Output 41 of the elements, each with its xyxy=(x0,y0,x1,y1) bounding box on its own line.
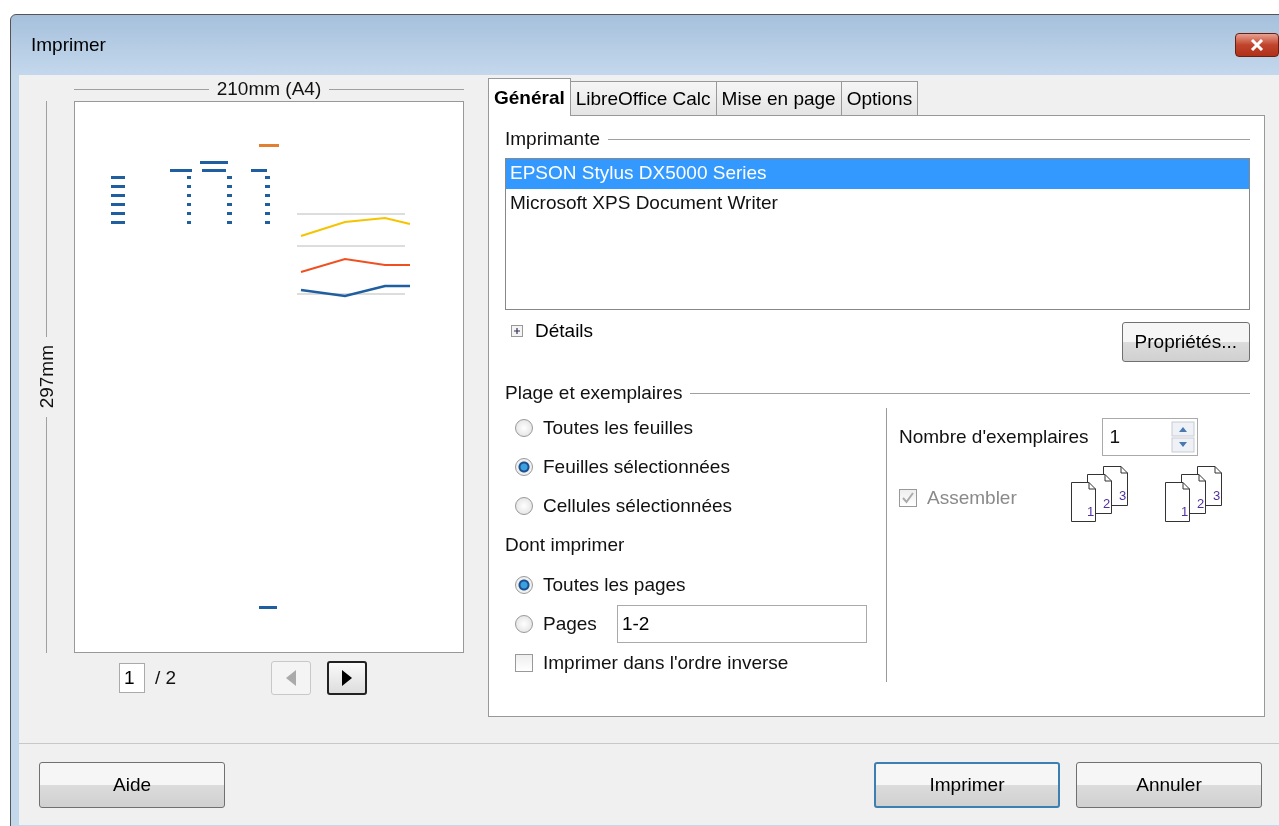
radio-button[interactable] xyxy=(515,418,533,437)
checkbox[interactable] xyxy=(515,653,533,672)
radio-option[interactable]: Toutes les pages xyxy=(505,565,886,604)
page-count: / 2 xyxy=(155,667,178,689)
close-button[interactable] xyxy=(1235,33,1279,57)
tab[interactable]: Général xyxy=(488,78,571,116)
radio-button[interactable] xyxy=(515,457,533,476)
window-title: Imprimer xyxy=(31,34,107,56)
radio-option[interactable]: Cellules sélectionnées xyxy=(505,486,886,525)
radio-option[interactable]: Feuilles sélectionnées xyxy=(505,447,886,486)
spin-arrows-icon xyxy=(1171,421,1196,453)
radio-option[interactable]: Toutes les feuilles xyxy=(505,408,886,447)
left-triangle-icon xyxy=(285,669,297,687)
printer-item[interactable]: Microsoft XPS Document Writer xyxy=(506,189,1249,219)
tab[interactable]: LibreOffice Calc xyxy=(569,81,717,115)
print-button[interactable]: Imprimer xyxy=(874,761,1060,808)
page-width-label: 210mm (A4) xyxy=(216,78,322,100)
page-height-label: 297mm xyxy=(35,345,58,409)
checkbox-option[interactable]: Imprimer dans l'ordre inverse xyxy=(505,643,886,682)
radio-button[interactable] xyxy=(515,496,533,515)
help-button[interactable]: Aide xyxy=(39,761,225,808)
tab[interactable]: Mise en page xyxy=(715,81,842,115)
radio-button[interactable] xyxy=(515,575,533,594)
copies-spinner[interactable]: 1 xyxy=(1102,418,1199,456)
section-heading: Imprimante xyxy=(505,128,601,150)
close-icon xyxy=(1249,39,1265,51)
next-page-button[interactable] xyxy=(327,661,367,695)
section-heading: Plage et exemplaires xyxy=(505,382,683,404)
pages-field[interactable]: 1-2 xyxy=(616,604,867,643)
details-expander[interactable]: Détails xyxy=(505,320,594,342)
page-footer-mark xyxy=(259,606,277,609)
radio-option[interactable]: Pages 1-2 xyxy=(505,604,886,643)
radio-button[interactable] xyxy=(515,614,533,633)
cancel-button[interactable]: Annuler xyxy=(1076,761,1262,808)
copies-label: Nombre d'exemplaires xyxy=(899,426,1089,448)
plus-icon xyxy=(511,325,523,337)
group-heading: Dont imprimer xyxy=(505,533,626,557)
right-triangle-icon xyxy=(341,669,353,687)
page-number-field[interactable]: 1 xyxy=(119,663,145,693)
tab[interactable]: Options xyxy=(840,81,919,115)
properties-button[interactable]: Propriétés... xyxy=(1121,322,1250,362)
